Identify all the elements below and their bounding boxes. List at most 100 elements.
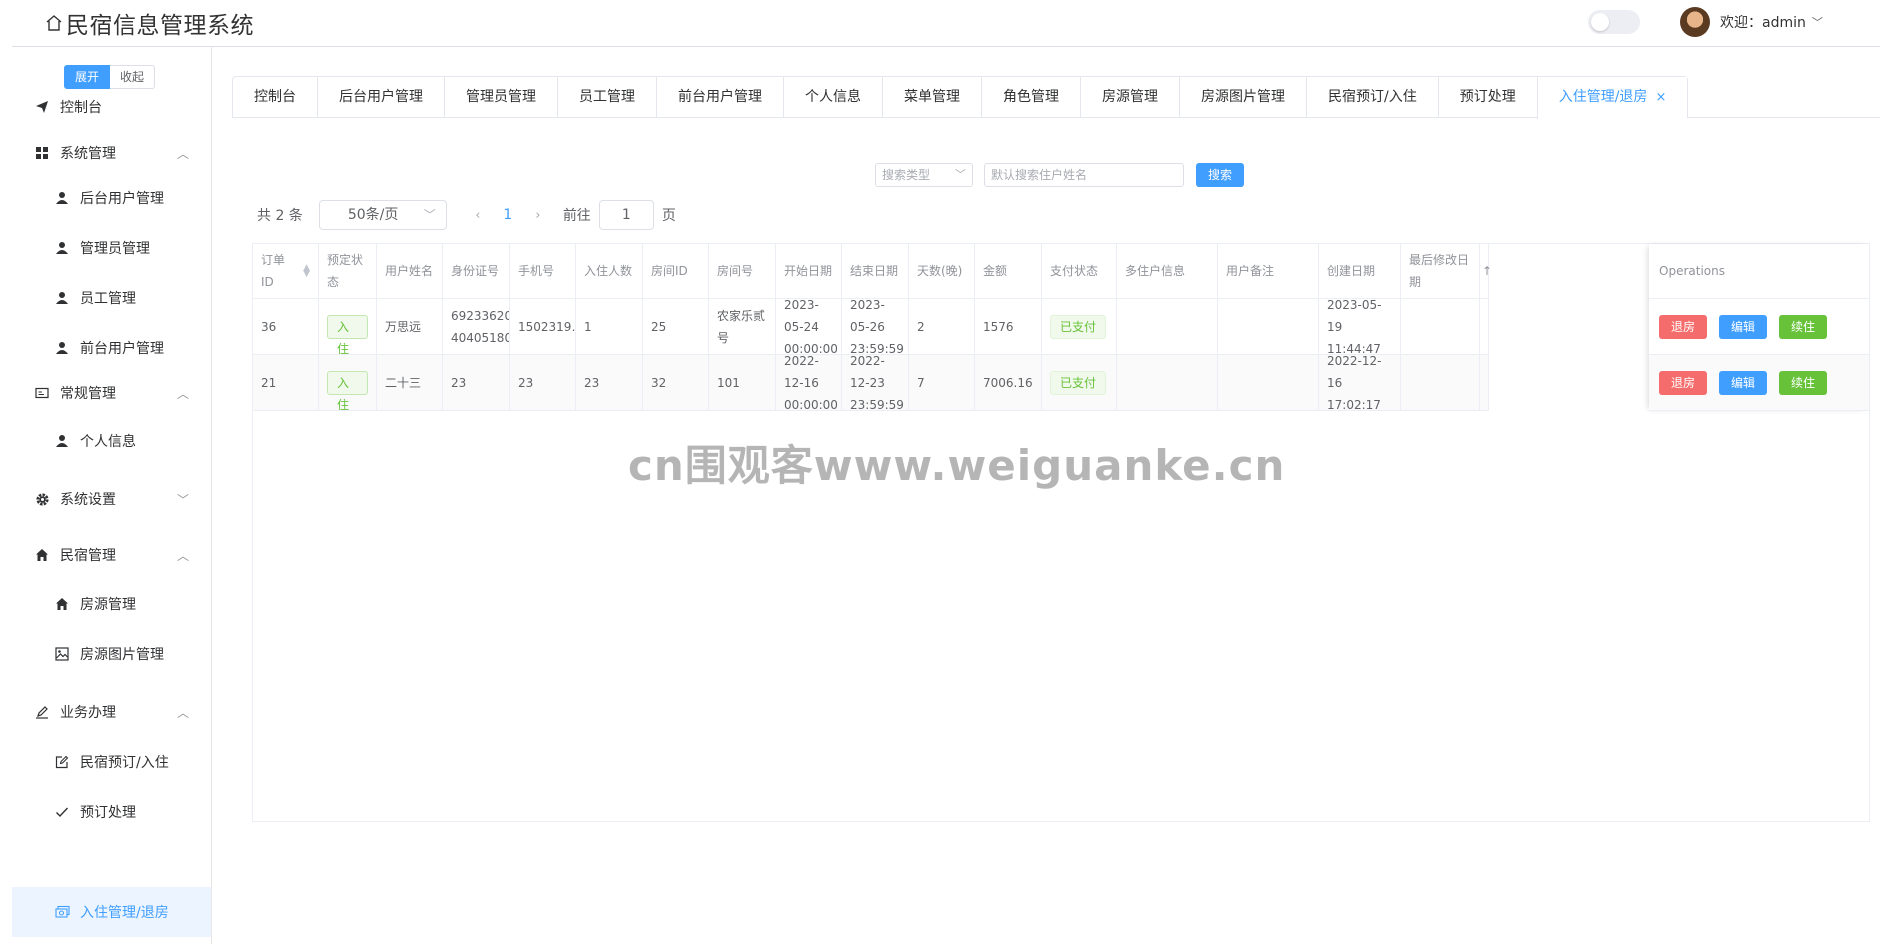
sidebar-item-profile[interactable]: 个人信息 <box>12 416 211 466</box>
user-icon <box>54 240 70 256</box>
cell-modified <box>1401 299 1480 355</box>
next-page-icon[interactable]: › <box>523 208 553 223</box>
sidebar-group-business[interactable]: 业务办理 ︿ <box>12 687 211 737</box>
col-remark: 用户备注 <box>1218 244 1319 299</box>
id-card-line: 692336201 <box>451 308 509 323</box>
tab-rooms[interactable]: 房源管理 <box>1080 77 1179 118</box>
cell-status: 入住 <box>319 355 377 411</box>
check-icon <box>54 804 70 820</box>
cell-start-date: 2022-12-16 00:00:00 <box>776 355 842 411</box>
cell-start-date: 2023-05-24 00:00:00 <box>776 299 842 355</box>
page-number[interactable]: 1 <box>493 207 523 223</box>
tab-booking-processing[interactable]: 预订处理 <box>1437 77 1537 118</box>
col-modified: 最后修改日期 <box>1401 244 1480 299</box>
user-icon <box>54 290 70 306</box>
sidebar-item-label: 前台用户管理 <box>80 341 164 357</box>
cell-status: 入住 <box>319 299 377 355</box>
sidebar-item-staff[interactable]: 员工管理 <box>12 273 211 323</box>
tab-profile[interactable]: 个人信息 <box>783 77 882 118</box>
page-jump-input[interactable] <box>598 200 654 230</box>
col-created: 创建日期 <box>1319 244 1401 299</box>
date-line: 2022-12-16 <box>1327 355 1382 390</box>
cell-end-date: 2023-05-26 23:59:59 <box>842 299 909 355</box>
avatar[interactable] <box>1680 7 1710 37</box>
tab-room-images[interactable]: 房源图片管理 <box>1179 77 1306 118</box>
tab-checkin-checkout[interactable]: 入住管理/退房 × <box>1536 77 1688 119</box>
cell-room-id: 25 <box>643 299 709 355</box>
cell-order-id: 21 <box>253 355 319 411</box>
user-icon <box>54 190 70 206</box>
col-end-date: 结束日期 <box>842 244 909 299</box>
tab-dashboard[interactable]: 控制台 <box>233 77 317 118</box>
search-input[interactable] <box>984 163 1184 187</box>
sort-icon[interactable]: ▲ ▼ <box>303 264 310 279</box>
sidebar-item-checkin-checkout[interactable]: 入住管理/退房 <box>12 887 211 937</box>
col-order-id[interactable]: 订单ID ▲ ▼ <box>253 244 319 299</box>
id-card-line: 23 <box>451 375 467 390</box>
tab-menus[interactable]: 菜单管理 <box>882 77 981 118</box>
sidebar-item-label: 管理员管理 <box>80 241 150 257</box>
col-multi-guest: 多住户信息 <box>1117 244 1218 299</box>
sidebar-group-settings[interactable]: 系统设置 ﹀ <box>12 474 211 524</box>
user-icon <box>54 340 70 356</box>
search-button[interactable]: 搜索 <box>1196 163 1244 187</box>
sidebar-item-label: 民宿管理 <box>60 548 116 564</box>
id-card-icon <box>34 385 50 401</box>
sidebar-item-admins[interactable]: 管理员管理 <box>12 223 211 273</box>
sidebar-item-rooms[interactable]: 房源管理 <box>12 579 211 629</box>
sidebar-item-backend-users[interactable]: 后台用户管理 <box>12 173 211 223</box>
tab-admins[interactable]: 管理员管理 <box>444 77 557 118</box>
sidebar-group-general[interactable]: 常规管理 ︿ <box>12 368 211 418</box>
total-count: 共 2 条 <box>257 208 303 224</box>
search-type-placeholder: 搜索类型 <box>882 168 931 182</box>
cell-overflow <box>1480 299 1489 355</box>
chevron-down-icon: ﹀ <box>955 168 966 181</box>
toggle-knob <box>1591 13 1609 31</box>
date-line: 2022-12-23 <box>850 355 885 390</box>
tab-roles[interactable]: 角色管理 <box>981 77 1080 118</box>
tab-staff[interactable]: 员工管理 <box>557 77 656 118</box>
sidebar-item-booking-processing[interactable]: 预订处理 <box>12 787 211 837</box>
cell-name: 二十三 <box>377 355 443 411</box>
user-menu[interactable]: 欢迎：admin ﹀ <box>1720 12 1823 32</box>
tab-frontend-users[interactable]: 前台用户管理 <box>656 77 783 118</box>
sidebar-item-label: 员工管理 <box>80 291 136 307</box>
cell-multi-guest <box>1117 355 1218 411</box>
sidebar-item-label: 系统设置 <box>60 492 116 508</box>
theme-toggle[interactable] <box>1588 10 1640 34</box>
sidebar-item-booking-checkin[interactable]: 民宿预订/入住 <box>12 737 211 787</box>
orders-table: 订单ID ▲ ▼ 预定状态 用户姓名 身份证号 手机号 入住人数 房间ID 房间号 … <box>252 243 1870 822</box>
prev-page-icon[interactable]: ‹ <box>463 208 493 223</box>
home-icon <box>54 596 70 612</box>
cell-order-id: 36 <box>253 299 319 355</box>
cell-modified <box>1401 355 1480 411</box>
chevron-down-icon: ﹀ <box>423 208 436 222</box>
col-label: 订单ID <box>261 253 286 289</box>
cell-guests: 1 <box>576 299 643 355</box>
date-line: 2022-12-16 <box>784 355 819 390</box>
col-days: 天数(晚) <box>909 244 975 299</box>
cell-overflow <box>1480 355 1489 411</box>
tab-backend-users[interactable]: 后台用户管理 <box>317 77 444 118</box>
id-card-line: 404051804 <box>451 330 509 345</box>
cell-guests: 23 <box>576 355 643 411</box>
cell-created: 2023-05-19 11:44:47 <box>1319 299 1401 355</box>
edit-pen-icon <box>34 704 50 720</box>
close-icon[interactable]: × <box>1655 90 1666 105</box>
cell-pay-status: 已支付 <box>1042 299 1117 355</box>
cell-days: 2 <box>909 299 975 355</box>
sidebar-item-room-images[interactable]: 房源图片管理 <box>12 629 211 679</box>
chevron-up-icon: ︿ <box>176 386 189 401</box>
col-start-date: 开始日期 <box>776 244 842 299</box>
sidebar-item-frontend-users[interactable]: 前台用户管理 <box>12 323 211 373</box>
sidebar-item-dashboard[interactable]: 控制台 <box>12 82 211 132</box>
date-line: 2023-05-19 <box>1327 299 1382 334</box>
sidebar-group-system[interactable]: 系统管理 ︿ <box>12 128 211 178</box>
table-header: 订单ID ▲ ▼ 预定状态 用户姓名 身份证号 手机号 入住人数 房间ID 房间号 … <box>253 244 1492 299</box>
tab-booking-checkin[interactable]: 民宿预订/入住 <box>1306 77 1438 118</box>
page-size-select[interactable]: 50条/页 ﹀ <box>318 200 447 230</box>
search-type-select[interactable]: 搜索类型 ﹀ <box>875 163 973 187</box>
col-status: 预定状态 <box>319 244 377 299</box>
sidebar-group-homestay[interactable]: 民宿管理 ︿ <box>12 530 211 580</box>
chevron-up-icon: ︿ <box>176 548 189 563</box>
